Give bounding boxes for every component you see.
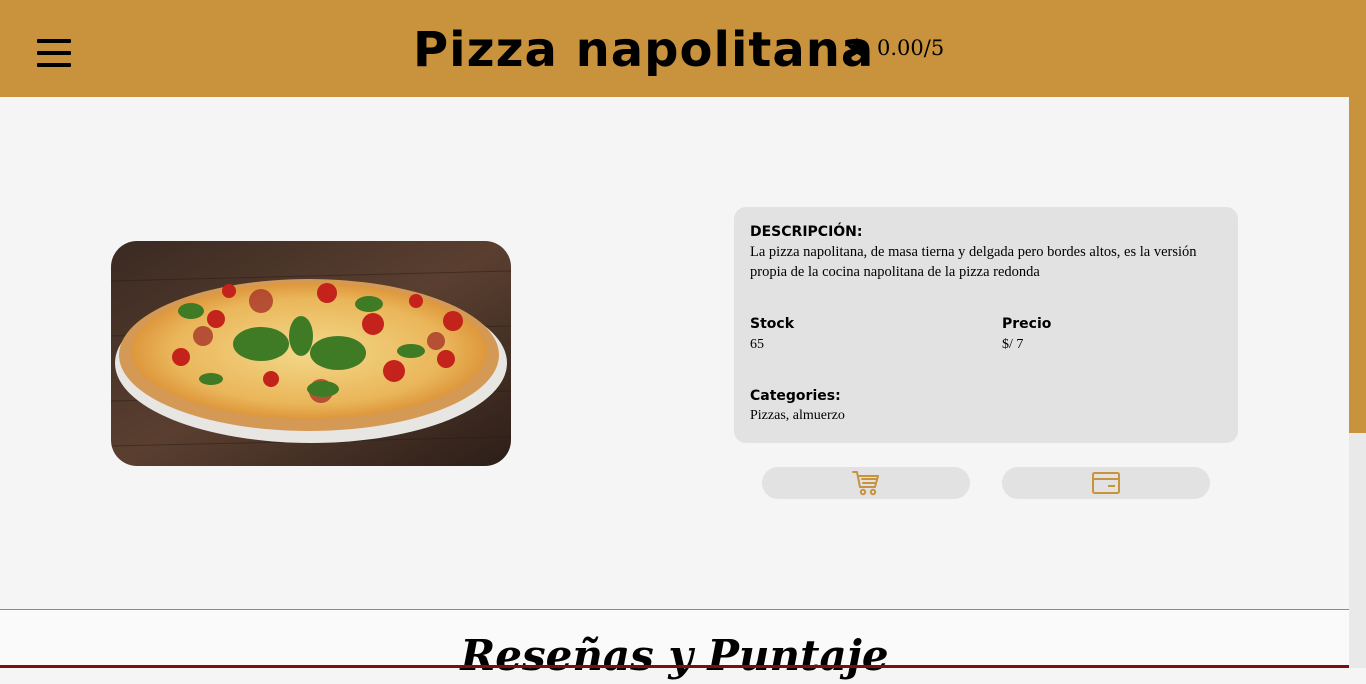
rating-value: 0.00/5: [877, 36, 945, 60]
page-title: Pizza napolitana: [413, 22, 875, 78]
product-image: [111, 241, 511, 466]
price-label: Precio: [1002, 316, 1052, 332]
scrollbar-thumb[interactable]: [1349, 97, 1366, 433]
price-value: $/ 7: [1002, 337, 1024, 352]
description-text: La pizza napolitana, de masa tierna y de…: [750, 244, 1197, 280]
add-to-cart-button[interactable]: [762, 467, 970, 499]
product-info-card: DESCRIPCIÓN: La pizza napolitana, de mas…: [734, 207, 1238, 443]
rating: 0.00/5: [845, 31, 944, 65]
stock-label: Stock: [750, 316, 795, 332]
stock-value: 65: [750, 337, 764, 352]
app-header: Pizza napolitana 0.00/5: [0, 0, 1366, 97]
shopping-cart-icon: [852, 471, 879, 496]
reviews-title: Reseñas y Puntaje: [460, 631, 889, 680]
categories-value: Pizzas, almuerzo: [750, 408, 845, 423]
pay-button[interactable]: [1002, 467, 1210, 499]
hamburger-menu-icon[interactable]: [37, 39, 71, 67]
credit-card-icon: [1092, 472, 1120, 494]
star-icon: [846, 37, 868, 58]
categories-label: Categories:: [750, 388, 841, 404]
description-label: DESCRIPCIÓN:: [750, 224, 863, 240]
